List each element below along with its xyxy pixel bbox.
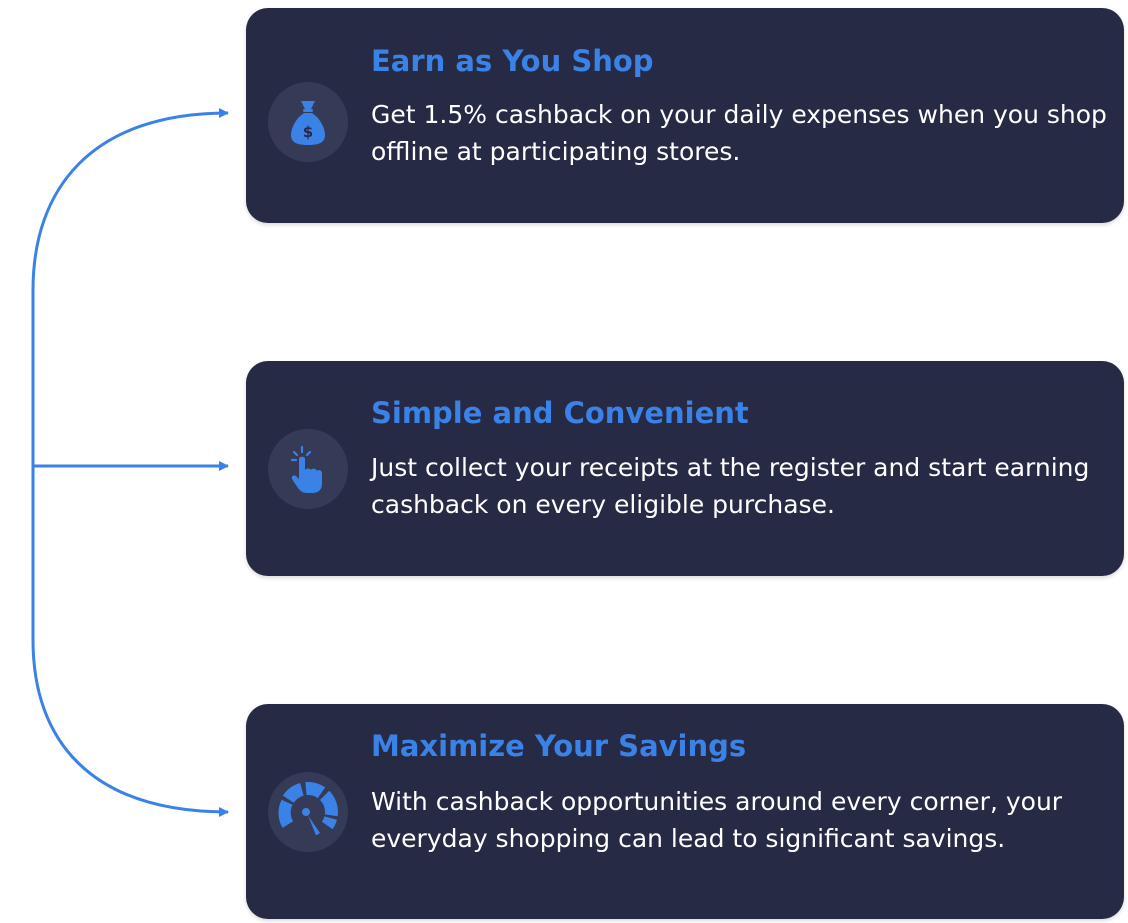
card-description: With cashback opportunities around every… bbox=[371, 787, 1063, 853]
svg-text:$: $ bbox=[303, 123, 313, 141]
feature-card-simple: Simple and Convenient Just collect your … bbox=[246, 361, 1124, 576]
card-title: Simple and Convenient bbox=[371, 396, 749, 430]
connector-arrow-top bbox=[31, 108, 229, 466]
card-description: Just collect your receipts at the regist… bbox=[371, 453, 1090, 519]
card-title: Earn as You Shop bbox=[371, 44, 654, 78]
money-bag-icon: $ bbox=[268, 82, 348, 162]
speedometer-icon bbox=[268, 772, 348, 852]
feature-card-earn: $ Earn as You Shop Get 1.5% cashback on … bbox=[246, 8, 1124, 223]
card-title: Maximize Your Savings bbox=[371, 729, 747, 763]
tap-hand-icon bbox=[268, 429, 348, 509]
connector-arrow-bottom bbox=[31, 466, 229, 817]
feature-card-savings: Maximize Your Savings With cashback oppo… bbox=[246, 704, 1124, 919]
card-description: Get 1.5% cashback on your daily expenses… bbox=[371, 100, 1107, 166]
